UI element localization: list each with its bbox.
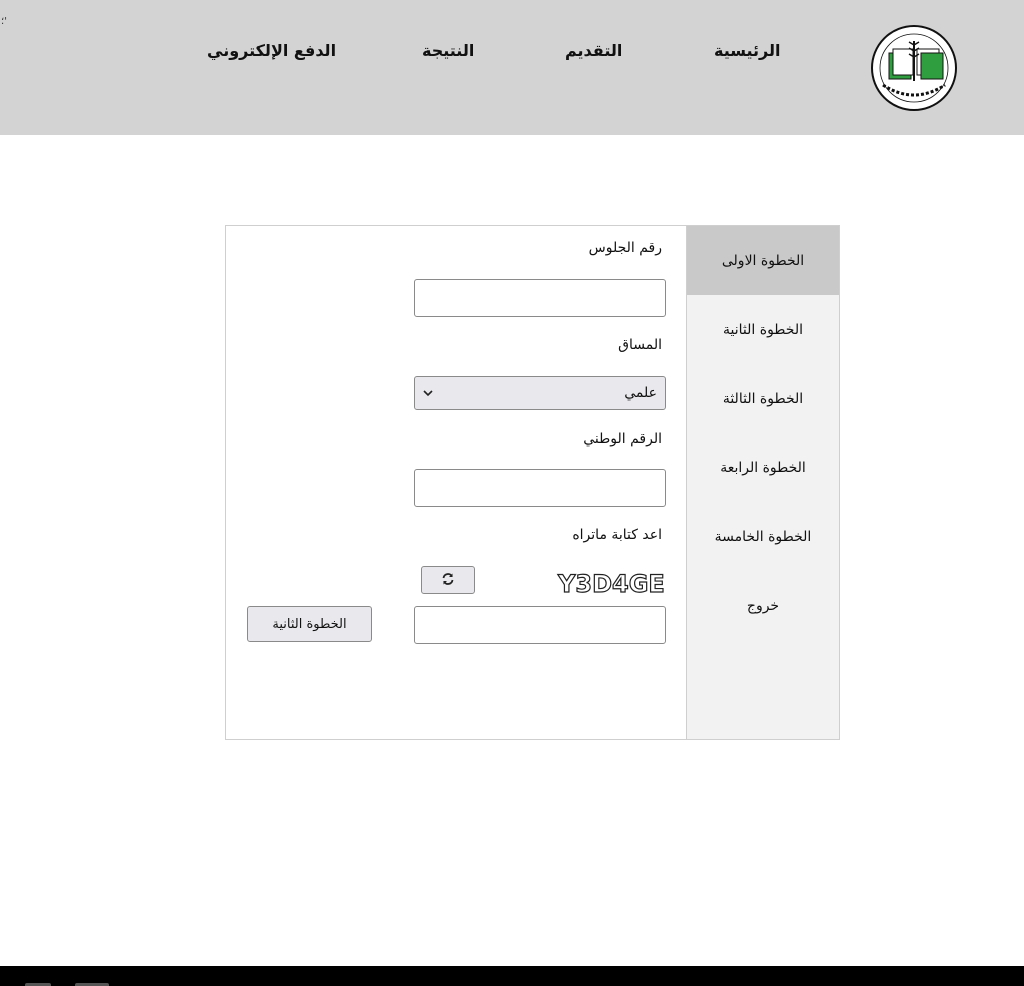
national-id-label: الرقم الوطني: [583, 431, 662, 447]
sidebar-step-4[interactable]: الخطوة الرابعة: [687, 433, 839, 502]
sidebar-step-1[interactable]: الخطوة الاولى: [687, 226, 839, 295]
steps-sidebar: الخطوة الاولى الخطوة الثانية الخطوة الثا…: [686, 225, 840, 740]
captcha-refresh-button[interactable]: [421, 566, 475, 594]
next-step-button[interactable]: الخطوة الثانية: [247, 606, 372, 642]
track-label: المساق: [618, 337, 662, 353]
national-id-input[interactable]: [414, 469, 666, 507]
site-footer: [0, 966, 1024, 986]
refresh-icon: [441, 571, 455, 590]
captcha-label: اعد كتابة ماتراه: [572, 527, 662, 543]
corner-mark: ؛': [1, 16, 7, 27]
nav-link-apply[interactable]: التقديم: [565, 41, 622, 60]
sidebar-item-logout[interactable]: خروج: [687, 571, 839, 640]
seat-number-label: رقم الجلوس: [588, 240, 662, 256]
chevron-down-icon: [423, 387, 433, 400]
seat-number-input[interactable]: [414, 279, 666, 317]
sidebar-step-3[interactable]: الخطوة الثالثة: [687, 364, 839, 433]
sidebar-step-2[interactable]: الخطوة الثانية: [687, 295, 839, 364]
ministry-logo-icon[interactable]: [869, 25, 959, 111]
nav-link-home[interactable]: الرئيسية: [714, 41, 781, 60]
nav-link-result[interactable]: النتيجة: [422, 41, 474, 60]
nav-link-e-payment[interactable]: الدفع الإلكتروني: [207, 41, 336, 60]
track-selected-value: علمي: [624, 385, 657, 401]
track-select[interactable]: علمي: [414, 376, 666, 410]
site-header: ؛' الدفع الإلكتروني النتيجة التقديم الرئ…: [0, 0, 1024, 135]
sidebar-step-5[interactable]: الخطوة الخامسة: [687, 502, 839, 571]
captcha-image: Y3D4GE: [557, 569, 665, 598]
captcha-input[interactable]: [414, 606, 666, 644]
